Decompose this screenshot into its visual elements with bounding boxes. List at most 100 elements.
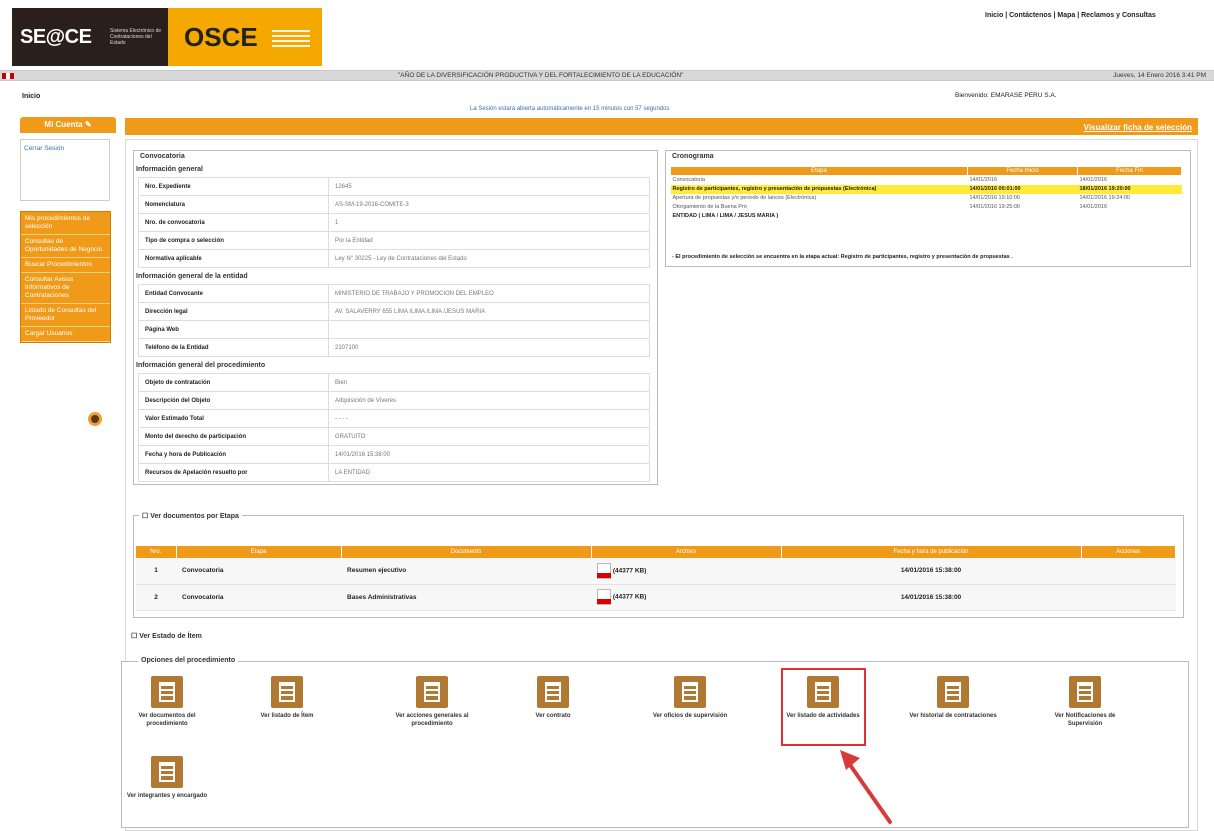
table-row: Entidad Convocante MINISTERIO DE TRABAJO … (138, 284, 650, 303)
pdf-icon[interactable] (597, 589, 611, 605)
year-title: "AÑO DE LA DIVERSIFICACIÓN PRODUCTIVA Y … (398, 72, 684, 79)
table-header-row: Nro. Etapa Documento Archivo Fecha y hor… (136, 546, 1176, 558)
acciones-cell (1081, 558, 1176, 585)
table-row: Normativa aplicable Ley N° 30225 - Ley de… (138, 249, 650, 268)
column-header: Etapa (176, 546, 342, 558)
field-label: Normativa aplicable (138, 249, 329, 268)
info-bar: "AÑO DE LA DIVERSIFICACIÓN PRODUCTIVA Y … (0, 70, 1214, 81)
hierarchy-icon (151, 756, 183, 788)
column-header: Fecha Fin (1077, 166, 1182, 176)
table-row: Monto del derecho de participación GRATUI… (138, 427, 650, 446)
sidebar-item[interactable]: Consultas de Oportunidades de Negocio (21, 235, 110, 258)
current-stage-note: - El procedimiento de selección se encue… (672, 254, 1013, 260)
docs-toggle[interactable]: ☐ Ver documentos por Etapa (139, 512, 242, 520)
field-value: AS-SM-19-2016-COMITE-3 (328, 195, 650, 214)
docs-toggle-label: Ver documentos por Etapa (150, 513, 239, 520)
stage-cell: Otorgamiento de la Buena Pro (672, 204, 747, 210)
field-value: - - - - (328, 409, 650, 428)
mi-cuenta-label: Mi Cuenta (44, 120, 83, 129)
start-cell: 14/01/2016 19:25:00 (969, 204, 1020, 210)
logout-link[interactable]: Cerrar Sesión (24, 145, 64, 152)
option-ver-documentos[interactable]: Ver documentos del procedimiento (122, 676, 212, 728)
procedimiento-info-table: Objeto de contratación Bien Descripción d… (138, 373, 650, 482)
stage-cell: Apertura de propuestas y/o periodo de la… (672, 195, 817, 201)
items-toggle[interactable]: ☐ Ver Estado de Ítem (131, 632, 202, 640)
sidebar-item[interactable]: Consultar Avisos Informativos de Contrat… (21, 273, 110, 304)
osce-logo-stripes (272, 30, 310, 50)
field-label: Monto del derecho de participación (138, 427, 329, 446)
option-ver-oficios[interactable]: Ver oficios de supervisión (645, 676, 735, 720)
seace-logo-text: SE@CE (20, 26, 92, 48)
highlight-box (781, 668, 866, 746)
table-row: Nomenclatura AS-SM-19-2016-COMITE-3 (138, 195, 650, 214)
mi-cuenta-header: Mi Cuenta ✎ (20, 117, 116, 133)
hierarchy-icon (1069, 676, 1101, 708)
table-row: Otorgamiento de la Buena Pro 14/01/2016 1… (671, 203, 1182, 212)
field-value: Ley N° 30225 - Ley de Contrataciones del… (328, 249, 650, 268)
general-info-table: Nro. Expediente 12645 Nomenclatura AS-SM-1… (138, 177, 650, 268)
archivo-cell[interactable]: (44377 KB) (591, 558, 781, 585)
sidebar-item[interactable]: Mis procedimientos de selección (21, 212, 110, 235)
documento-cell: Bases Administrativas (341, 584, 591, 611)
table-row: Fecha y hora de Publicación 14/01/2016 15… (138, 445, 650, 464)
sidebar-item[interactable]: Cargar Usuarios (21, 327, 110, 342)
column-header: Fecha Inicio (967, 166, 1078, 176)
field-value: Adquisición de Víveres (328, 391, 650, 410)
option-label: Ver documentos del procedimiento (138, 713, 196, 727)
osce-logo-text: OSCE (184, 22, 258, 52)
field-value: Bien (328, 373, 650, 392)
documento-cell: Resumen ejecutivo (341, 558, 591, 585)
table-row: Teléfono de la Entidad 2107100 (138, 338, 650, 357)
entidad-info-title: Información general de la entidad (136, 273, 248, 280)
field-label: Objeto de contratación (138, 373, 329, 392)
field-value: 12645 (328, 177, 650, 196)
stage-cell: Convocatoria (672, 177, 705, 184)
option-label: Ver oficios de supervisión (652, 713, 728, 719)
option-ver-items[interactable]: Ver listado de Ítem (242, 676, 332, 720)
contract-icon (537, 676, 569, 708)
field-value (328, 320, 650, 339)
docs-table: Nro. Etapa Documento Archivo Fecha y hor… (136, 546, 1176, 611)
table-row: Recursos de Apelación resuelto por LA ENT… (138, 463, 650, 482)
field-label: Fecha y hora de Publicación (138, 445, 329, 464)
column-header: Etapa (670, 166, 968, 176)
welcome-user: Bienvenido: EMARASE PERU S.A. (955, 92, 1057, 99)
option-ver-acciones[interactable]: Ver acciones generales al procedimiento (387, 676, 477, 728)
option-ver-notificaciones[interactable]: Ver Notificaciones de Supervisión (1040, 676, 1130, 728)
option-label: Ver contrato (535, 713, 571, 719)
view-ficha-link[interactable]: Visualizar ficha de selección (1084, 123, 1192, 132)
field-label: Valor Estimado Total (138, 409, 329, 428)
table-header-row: Etapa Fecha Inicio Fecha Fin (670, 166, 1182, 176)
table-row: 1 Convocatoria Resumen ejecutivo (44377 … (136, 558, 1176, 585)
breadcrumb[interactable]: Inicio (22, 93, 40, 100)
field-label: Nro. de convocatoria (138, 213, 329, 232)
field-value: 1 (328, 213, 650, 232)
option-ver-historial[interactable]: Ver historial de contrataciones (908, 676, 998, 720)
sidebar-item[interactable]: Listado de Consultas del Proveedor (21, 304, 110, 327)
option-ver-contrato[interactable]: Ver contrato (508, 676, 598, 720)
settings-icon[interactable] (88, 412, 102, 426)
field-label: Página Web (138, 320, 329, 339)
archivo-cell[interactable]: (44377 KB) (591, 584, 781, 611)
start-cell: 14/01/2016 19:10:00 (969, 195, 1020, 201)
mail-icon (674, 676, 706, 708)
top-links[interactable]: Inicio | Contáctenos | Mapa | Reclamos y… (985, 12, 1156, 19)
end-cell (1078, 212, 1182, 221)
table-row: Nro. de convocatoria 1 (138, 213, 650, 232)
current-date: Jueves, 14 Enero 2016 3:41 PM (1113, 72, 1206, 79)
nro-cell: 2 (136, 584, 176, 611)
pdf-icon[interactable] (597, 562, 611, 579)
table-row-current: Registro de participantes, registro y pr… (670, 184, 1182, 194)
document-icon (151, 676, 183, 708)
osce-logo[interactable]: OSCE (168, 8, 322, 66)
table-row: Valor Estimado Total - - - - (138, 409, 650, 428)
table-row: Objeto de contratación Bien (138, 373, 650, 392)
table-row: ENTIDAD ( LIMA / LIMA / JESUS MARIA ) (671, 212, 1182, 221)
seace-logo[interactable]: SE@CE Sistema Electrónico de Contratacio… (12, 8, 168, 66)
sidebar-menu: Mis procedimientos de selección Consulta… (20, 211, 111, 343)
table-row: Descripción del Objeto Adquisición de Vív… (138, 391, 650, 410)
option-ver-integrantes[interactable]: Ver integrantes y encargado (122, 756, 212, 800)
cronograma-title: Cronograma (672, 153, 714, 160)
traffic-light-icon (416, 676, 448, 708)
sidebar-item[interactable]: Buscar Procedimientos (21, 258, 110, 273)
